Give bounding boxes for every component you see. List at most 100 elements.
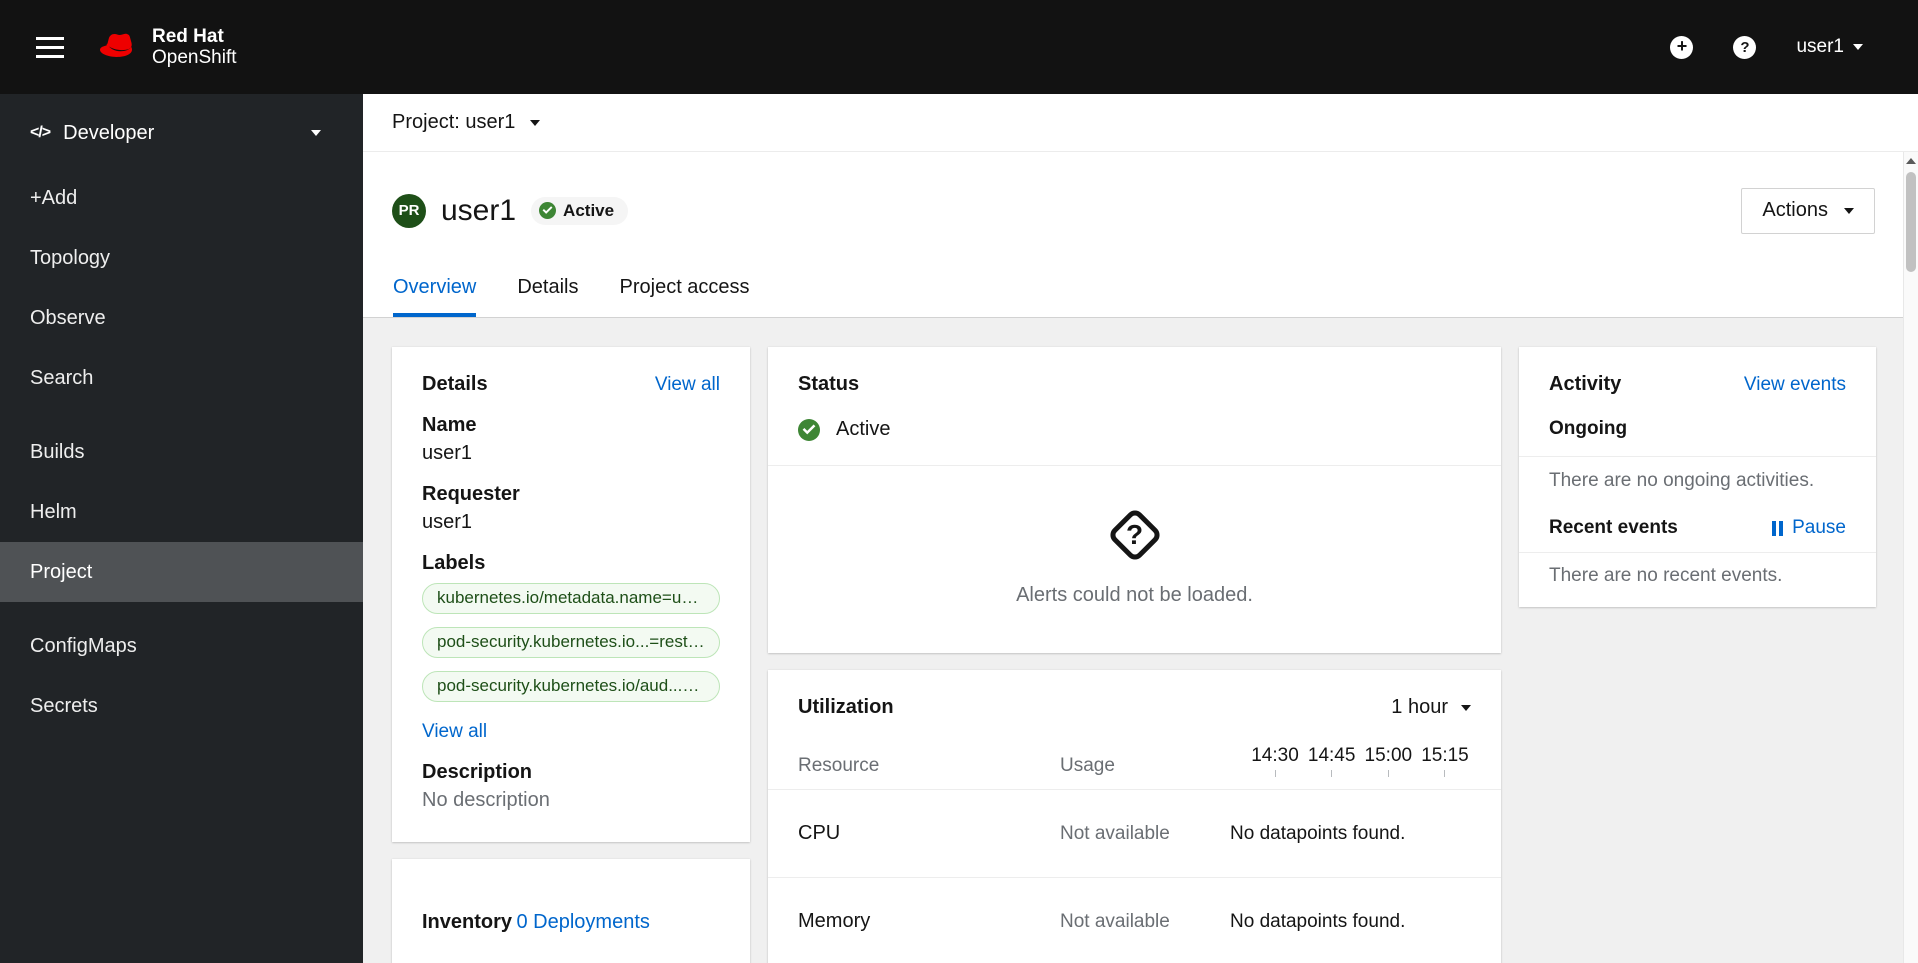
alerts-empty-text: Alerts could not be loaded.: [1016, 584, 1253, 606]
field-requester: Requester user1: [422, 483, 720, 534]
sidebar-item-builds[interactable]: Builds: [0, 422, 363, 482]
status-badge-label: Active: [563, 200, 615, 220]
nav-section-resources: Builds Helm Project: [0, 414, 363, 608]
check-circle-icon: [539, 202, 557, 219]
unknown-alerts-icon: ?: [1106, 506, 1164, 564]
vertical-scrollbar[interactable]: [1903, 152, 1918, 963]
time-tick: 15:15: [1419, 745, 1471, 777]
inventory-card: Inventory 0 Deployments: [392, 859, 750, 963]
label-pill[interactable]: pod-security.kubernetes.io...=restric...: [422, 627, 720, 658]
tab-overview[interactable]: Overview: [393, 259, 477, 317]
field-name: Name user1: [422, 414, 720, 465]
question-circle-icon: ?: [1733, 35, 1757, 59]
project-selector[interactable]: Project: user1: [392, 111, 541, 134]
sidebar-item-add[interactable]: +Add: [0, 168, 363, 228]
scroll-area: PR user1 Active Actions Overview Details…: [363, 152, 1918, 963]
field-labels-label: Labels: [422, 552, 486, 574]
project-bar: Project: user1: [363, 94, 1918, 152]
details-card: Details View all Name user1 Requester us…: [392, 347, 750, 842]
inventory-card-title: Inventory: [422, 911, 513, 933]
project-resource-badge: PR: [392, 193, 426, 228]
tab-project-access[interactable]: Project access: [620, 259, 750, 317]
activity-card-title: Activity: [1549, 373, 1622, 395]
sidebar-item-observe[interactable]: Observe: [0, 288, 363, 348]
brand-line1: Red Hat: [152, 25, 224, 47]
status-badge: Active: [531, 196, 629, 225]
field-requester-value: user1: [422, 511, 473, 533]
sidebar-item-project[interactable]: Project: [0, 542, 363, 602]
perspective-switcher[interactable]: </> Developer: [0, 106, 363, 160]
scrollbar-up-arrow-icon[interactable]: [1906, 158, 1916, 164]
masthead-toolbar: + ? user1: [1670, 35, 1863, 59]
nav-section-config: ConfigMaps Secrets: [0, 608, 363, 742]
utilization-row-cpu: CPU Not available No datapoints found.: [768, 789, 1501, 877]
resource-usage: Not available: [1060, 910, 1170, 932]
caret-down-icon: [1853, 44, 1863, 50]
actions-button[interactable]: Actions: [1741, 187, 1875, 234]
resource-column-header: Resource: [798, 755, 880, 776]
user-menu-label: user1: [1796, 36, 1844, 57]
sidebar-item-configmaps[interactable]: ConfigMaps: [0, 616, 363, 676]
field-requester-label: Requester: [422, 483, 520, 505]
plus-circle-icon: +: [1670, 35, 1694, 59]
status-card-title: Status: [798, 373, 860, 395]
pause-events-button[interactable]: Pause: [1772, 517, 1846, 539]
brand-logo[interactable]: Red Hat OpenShift: [96, 26, 237, 69]
pause-icon: [1772, 520, 1784, 536]
openshift-console: Red Hat OpenShift + ? user1 </> Develope…: [0, 0, 1918, 963]
sidebar-item-helm[interactable]: Helm: [0, 482, 363, 542]
recent-empty-text: There are no recent events.: [1549, 565, 1783, 586]
field-name-value: user1: [422, 442, 473, 464]
user-menu[interactable]: user1: [1796, 36, 1863, 58]
check-circle-icon: [798, 418, 820, 441]
help-button[interactable]: ?: [1733, 35, 1757, 59]
sidebar-item-secrets[interactable]: Secrets: [0, 676, 363, 736]
sidebar-item-topology[interactable]: Topology: [0, 228, 363, 288]
time-tick: 14:30: [1249, 745, 1301, 777]
alerts-empty-state: ? Alerts could not be loaded.: [768, 466, 1501, 653]
duration-dropdown-label: 1 hour: [1391, 696, 1448, 718]
status-active-row: Active: [798, 418, 1471, 441]
quick-create-button[interactable]: +: [1670, 35, 1694, 59]
field-name-label: Name: [422, 414, 477, 436]
tab-details[interactable]: Details: [517, 259, 578, 317]
resource-datapoints: No datapoints found.: [1230, 910, 1406, 932]
ongoing-empty-text: There are no ongoing activities.: [1549, 470, 1815, 491]
caret-down-icon: [1844, 207, 1854, 214]
status-card: Status Active ? Alerts could not be load…: [768, 347, 1501, 653]
recent-events-heading: Recent events: [1549, 517, 1678, 538]
details-view-all-link[interactable]: View all: [655, 374, 720, 396]
time-tick: 14:45: [1306, 745, 1358, 777]
resource-name: Memory: [798, 910, 871, 932]
code-icon: </>: [30, 124, 51, 141]
hamburger-icon: [36, 36, 64, 58]
brand-text: Red Hat OpenShift: [152, 26, 237, 69]
label-pill[interactable]: kubernetes.io/metadata.name=user1: [422, 583, 720, 614]
details-card-title: Details: [422, 373, 488, 395]
label-pill[interactable]: pod-security.kubernetes.io/aud...=v1....: [422, 671, 720, 702]
caret-down-icon: [530, 119, 541, 126]
view-events-link[interactable]: View events: [1744, 374, 1846, 396]
brand-line2: OpenShift: [152, 47, 237, 68]
redhat-fedora-icon: [100, 33, 132, 57]
perspective-label: Developer: [63, 121, 155, 144]
field-labels: Labels kubernetes.io/metadata.name=user1…: [422, 552, 720, 743]
time-axis: 14:30 14:45 15:00 15:15: [1230, 745, 1471, 777]
utilization-row-memory: Memory Not available No datapoints found…: [768, 877, 1501, 963]
scrollbar-thumb[interactable]: [1906, 172, 1916, 272]
nav-menu-toggle[interactable]: [30, 29, 70, 66]
deployments-link[interactable]: 0 Deployments: [516, 911, 649, 934]
caret-down-icon: [1461, 704, 1471, 711]
page-header: PR user1 Active Actions: [363, 152, 1903, 259]
nav-section-main: +Add Topology Observe Search: [0, 160, 363, 414]
labels-view-all-link[interactable]: View all: [422, 721, 487, 743]
ongoing-heading: Ongoing: [1549, 418, 1628, 439]
utilization-card: Utilization 1 hour Resource Usage 14:30 …: [768, 670, 1501, 963]
resource-name: CPU: [798, 822, 841, 844]
utilization-card-title: Utilization: [798, 696, 894, 718]
duration-dropdown[interactable]: 1 hour: [1391, 696, 1471, 719]
title-row: PR user1 Active: [392, 193, 629, 228]
main-content: Project: user1 PR user1 Active Actions O…: [363, 94, 1918, 963]
page-title: user1: [441, 193, 517, 227]
sidebar-item-search[interactable]: Search: [0, 348, 363, 408]
